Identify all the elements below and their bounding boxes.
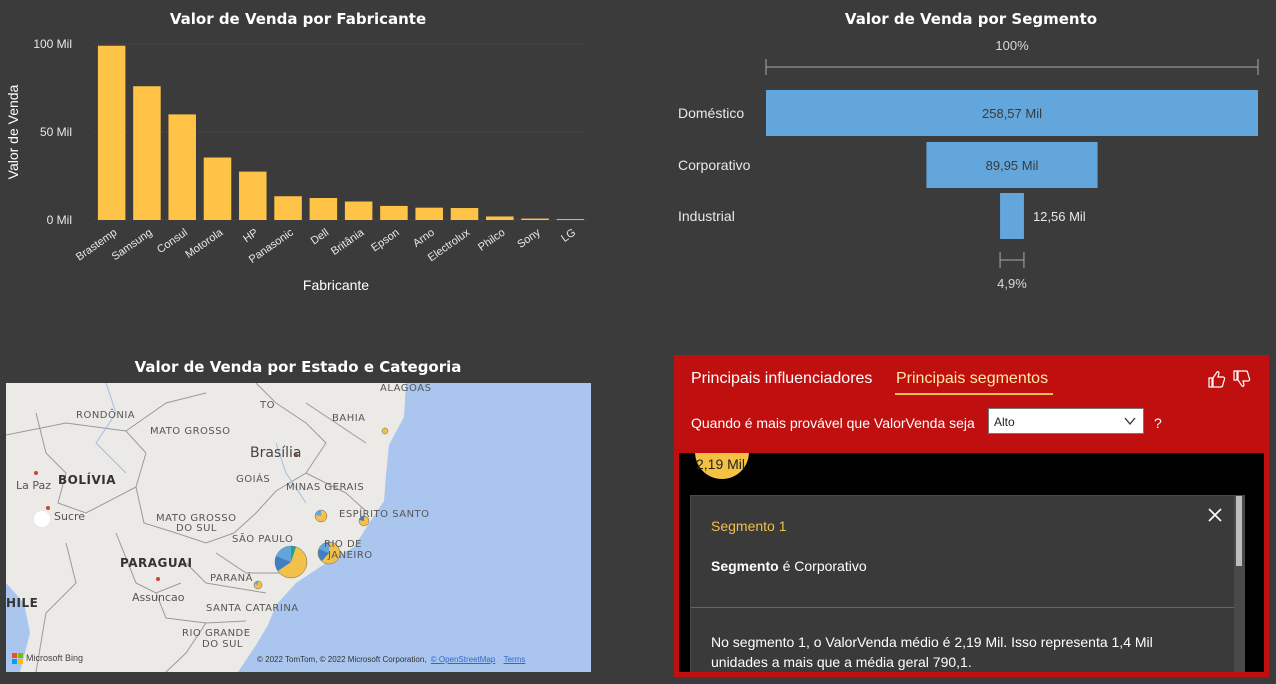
funnel-value-label: 12,56 Mil bbox=[1033, 209, 1086, 224]
map-label: Assuncao bbox=[132, 591, 185, 604]
segment-detail-card: Segmento 1 Segmento é Corporativo No seg… bbox=[690, 495, 1245, 672]
map-label: GOIÁS bbox=[236, 474, 271, 485]
chevron-down-icon bbox=[1124, 417, 1136, 426]
x-axis-title: Fabricante bbox=[303, 277, 369, 293]
thumbs-up-icon[interactable] bbox=[1207, 369, 1227, 389]
map-label: Sucre bbox=[54, 510, 86, 523]
bar-motorola[interactable] bbox=[203, 157, 232, 220]
terms-link[interactable]: Terms bbox=[504, 655, 526, 664]
bar-sony[interactable] bbox=[521, 218, 549, 220]
x-tick-label: Samsung bbox=[110, 227, 155, 263]
funnel-bar-3[interactable] bbox=[1000, 193, 1024, 239]
map-label: ALAGOAS bbox=[380, 383, 432, 394]
y-tick-label: 100 Mil bbox=[33, 37, 72, 51]
funnel-value-label: 258,57 Mil bbox=[982, 106, 1042, 121]
influencer-question: Quando é mais provável que ValorVenda se… bbox=[691, 415, 975, 431]
bar-epson[interactable] bbox=[380, 205, 408, 220]
bar-dell[interactable] bbox=[309, 198, 338, 220]
segment-bubble-label: 2,19 Mil bbox=[696, 456, 746, 472]
map-label: BAHIA bbox=[332, 413, 366, 424]
scrollbar-thumb[interactable] bbox=[1236, 496, 1242, 566]
bar-hp[interactable] bbox=[239, 171, 267, 220]
map-background bbox=[6, 383, 591, 672]
bar-britânia[interactable] bbox=[344, 201, 373, 220]
segment-funnel-chart: 100% Doméstico 258,57 Mil Corporativo 89,95 … bbox=[678, 38, 1259, 291]
thumbs-down-icon[interactable] bbox=[1232, 369, 1252, 389]
map-label: MINAS GERAIS bbox=[286, 482, 365, 493]
y-tick-label: 0 Mil bbox=[47, 213, 72, 227]
map-visual[interactable]: ALAGOAS TO BAHIA RONDÔNIA MATO GROSSO Br… bbox=[6, 383, 591, 672]
map-label: DO SUL bbox=[202, 639, 243, 650]
x-tick-label: Philco bbox=[476, 227, 507, 254]
x-tick-label: Motorola bbox=[183, 226, 226, 261]
segments-canvas: 2,19 Mil Segmento 1 Segmento é Corporati… bbox=[679, 453, 1264, 672]
segment-title: Segmento 1 bbox=[711, 518, 787, 534]
map-label: BOLÍVIA bbox=[58, 473, 116, 487]
scrollbar[interactable] bbox=[1234, 496, 1244, 672]
active-tab-underline bbox=[895, 393, 1053, 395]
x-tick-label: Arno bbox=[411, 227, 437, 250]
map-label: ESPÍRITO SANTO bbox=[339, 509, 430, 520]
x-tick-label: Sony bbox=[515, 226, 543, 250]
map-label: SÃO PAULO bbox=[232, 534, 294, 545]
map-label: SANTA CATARINA bbox=[206, 603, 299, 614]
map-label: DO SUL bbox=[176, 523, 217, 534]
help-icon[interactable]: ? bbox=[1154, 415, 1162, 431]
funnel-category-label: Industrial bbox=[678, 208, 735, 224]
map-label: RIO GRANDE bbox=[182, 628, 251, 639]
map-label: RIO DE bbox=[324, 539, 362, 550]
segment-condition: é Corporativo bbox=[782, 558, 867, 574]
tab-principais-segmentos[interactable]: Principais segmentos bbox=[896, 370, 1048, 388]
bar-lg[interactable] bbox=[556, 219, 585, 220]
map-label: MATO GROSSO bbox=[150, 426, 231, 437]
map-label: PARANÁ bbox=[210, 573, 253, 584]
map-label: TO bbox=[260, 400, 275, 411]
divider bbox=[691, 607, 1234, 608]
y-axis-title: Valor de Venda bbox=[5, 84, 21, 179]
bing-label: Microsoft Bing bbox=[26, 653, 84, 663]
bottom-percent-label: 4,9% bbox=[997, 276, 1027, 291]
map-title: Valor de Venda por Estado e Categoria bbox=[134, 358, 462, 376]
manufacturer-chart-title: Valor de Venda por Fabricante bbox=[169, 10, 427, 28]
top-percent-label: 100% bbox=[995, 38, 1029, 53]
bar-philco[interactable] bbox=[486, 216, 514, 220]
bar-brastemp[interactable] bbox=[97, 45, 126, 220]
close-icon[interactable] bbox=[1206, 506, 1224, 524]
segment-chart-title: Valor de Venda por Segmento bbox=[844, 10, 1098, 28]
bar-arno[interactable] bbox=[415, 207, 443, 220]
x-tick-label: LG bbox=[559, 227, 578, 245]
segment-field: Segmento bbox=[711, 558, 779, 574]
x-tick-label: Dell bbox=[309, 227, 331, 248]
map-label: PARAGUAI bbox=[120, 556, 193, 570]
x-tick-label: Britânia bbox=[329, 226, 367, 258]
value-dropdown[interactable]: Alto bbox=[988, 408, 1144, 434]
bar-electrolux[interactable] bbox=[450, 208, 479, 220]
bar-panasonic[interactable] bbox=[274, 196, 302, 220]
attribution-text: © 2022 TomTom, © 2022 Microsoft Corporat… bbox=[257, 655, 427, 664]
map-label: RONDÔNIA bbox=[76, 410, 136, 421]
x-tick-label: HP bbox=[241, 227, 260, 246]
map-label: JANEIRO bbox=[328, 550, 373, 561]
x-tick-label: Epson bbox=[369, 227, 401, 255]
osm-link[interactable]: © OpenStreetMap bbox=[431, 655, 496, 664]
bar-consul[interactable] bbox=[168, 114, 196, 220]
segment-explanation: No segmento 1, o ValorVenda médio é 2,19… bbox=[711, 634, 1153, 670]
map-attribution: © 2022 TomTom, © 2022 Microsoft Corporat… bbox=[257, 655, 525, 664]
funnel-category-label: Doméstico bbox=[678, 105, 744, 121]
funnel-category-label: Corporativo bbox=[678, 157, 751, 173]
y-tick-label: 50 Mil bbox=[40, 125, 72, 139]
map-label: Brasília bbox=[250, 445, 302, 461]
map-label: La Paz bbox=[16, 479, 52, 492]
tab-principais-influenciadores[interactable]: Principais influenciadores bbox=[691, 370, 872, 388]
map-label: HILE bbox=[6, 596, 39, 610]
key-influencers-panel: Principais influenciadores Principais se… bbox=[674, 355, 1269, 677]
bar-samsung[interactable] bbox=[133, 86, 161, 220]
dropdown-value: Alto bbox=[994, 415, 1015, 429]
manufacturer-bar-chart: 100 Mil50 Mil0 MilBrastempSamsung ConsulM… bbox=[5, 37, 588, 293]
funnel-value-label: 89,95 Mil bbox=[986, 158, 1039, 173]
segment-description: Segmento é Corporativo bbox=[711, 558, 867, 574]
